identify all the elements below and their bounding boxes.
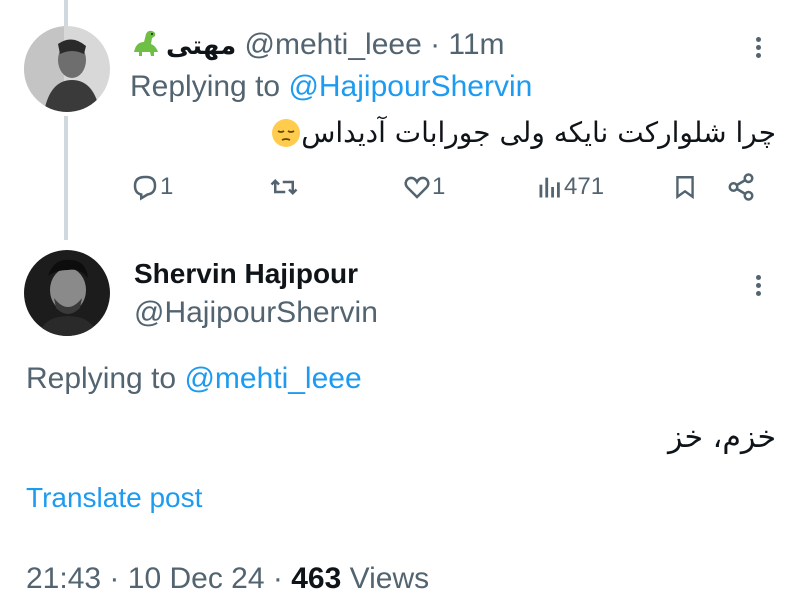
mention-link[interactable]: @mehti_leee [184,362,361,395]
dinosaur-icon [130,28,162,66]
separator: · [272,562,283,595]
avatar[interactable] [24,250,110,336]
author-handle[interactable]: @HajipourShervin [134,296,378,330]
like-count: 1 [432,173,446,200]
bookmark-button[interactable] [672,172,698,202]
share-icon [728,173,754,201]
bookmark-icon [676,176,694,200]
separator: · [109,562,120,595]
reply-count: 1 [160,173,174,200]
more-options-icon[interactable] [756,34,764,61]
author-handle[interactable]: @mehti_leee [245,28,422,61]
retweet-button[interactable] [268,172,300,202]
pensive-face-icon [271,118,301,148]
action-bar: 1 1 471 [130,172,760,212]
views-label: Views [349,562,430,595]
tweet-meta: 21:43 · 10 Dec 24 · 463 Views [26,562,429,596]
replying-to: Replying to @mehti_leee [26,362,362,396]
timestamp[interactable]: · 11m [430,28,504,61]
translate-post-link[interactable]: Translate post [26,482,202,514]
mention-link[interactable]: @HajipourShervin [288,70,532,103]
share-button[interactable] [726,172,756,202]
thread-line [64,116,68,240]
avatar[interactable] [24,26,110,112]
reply-button[interactable]: 1 [130,172,173,202]
more-options-icon[interactable] [756,272,764,299]
tweet-text-content: چرا شلوارکت نایکه ولی جورابات آدیداس [301,116,776,149]
views-count: 463 [291,562,342,595]
tweet-time[interactable]: 21:43 [26,562,101,595]
like-button[interactable]: 1 [402,172,445,202]
tweet-date[interactable]: 10 Dec 24 [128,562,265,595]
replying-prefix: Replying to [130,70,281,103]
view-count: 471 [564,173,605,200]
thread-line-top [64,0,68,28]
reply-icon [133,175,157,201]
tweet-text: چرا شلوارکت نایکه ولی جورابات آدیداس [269,116,776,149]
tweet-text: خزم، خز [668,420,776,455]
reply-header: مهتی @mehti_leee · 11m [130,28,505,66]
replying-to: Replying to @HajipourShervin [130,70,532,104]
views-button[interactable]: 471 [536,172,604,202]
analytics-icon [539,177,560,198]
heart-icon [404,176,430,199]
author-name[interactable]: Shervin Hajipour [134,258,358,290]
replying-prefix: Replying to [26,362,177,395]
retweet-icon [270,178,298,196]
author-name[interactable]: مهتی [166,31,236,61]
